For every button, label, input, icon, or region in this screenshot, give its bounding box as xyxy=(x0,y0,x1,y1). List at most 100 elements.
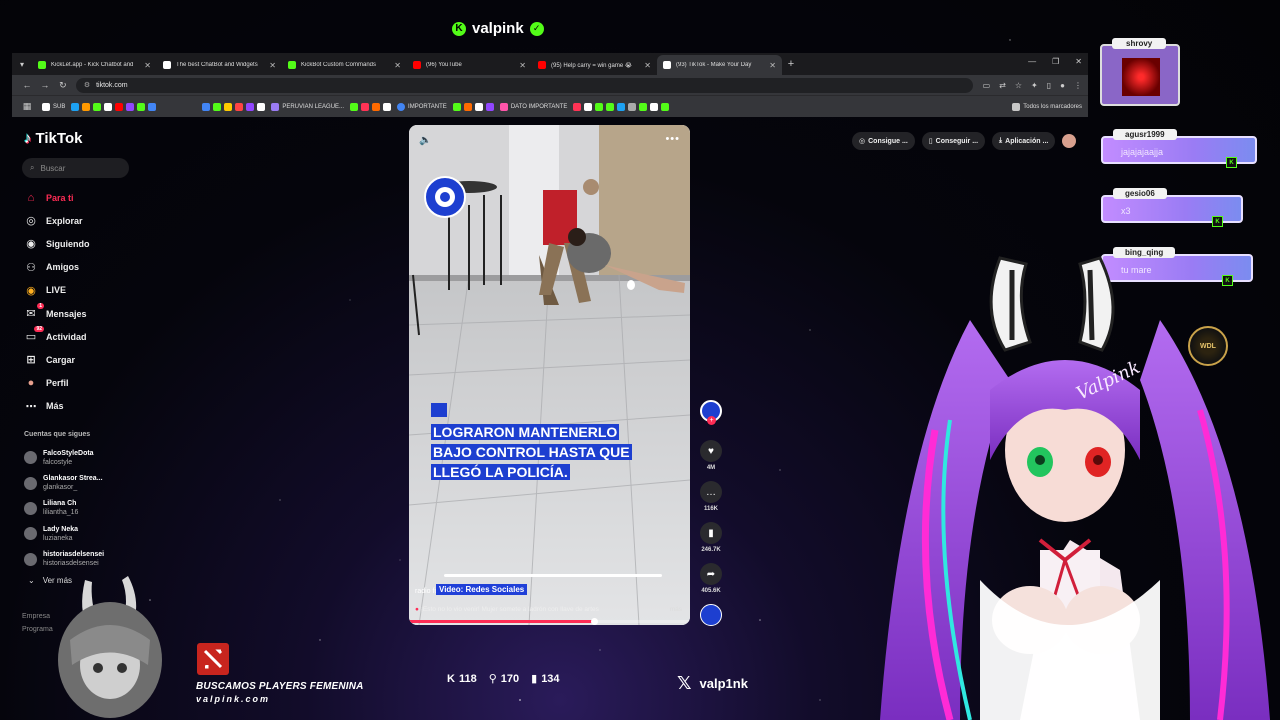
tab-title: (95) Help carry = win game 😭 xyxy=(551,62,632,69)
install-icon[interactable]: ▭ xyxy=(983,81,991,90)
new-tab-button[interactable]: + xyxy=(782,58,800,70)
tab-title: KickBot Custom Commands xyxy=(301,62,377,68)
mute-icon[interactable]: 🔈 xyxy=(419,135,431,146)
get-coins-button[interactable]: ◎ Consigue ... xyxy=(852,132,915,150)
chat-username: agusr1999 xyxy=(1113,129,1177,140)
nav-item-upload[interactable]: ⊞ Cargar xyxy=(24,348,90,371)
bookmark-icons-group-5[interactable] xyxy=(573,102,670,111)
site-info-icon[interactable]: ⚙ xyxy=(84,81,90,89)
video-player[interactable]: 🔈 ••• LOGRARON MANTENERLO BAJO CONTROL H… xyxy=(409,125,690,625)
nav-item-messages[interactable]: ✉ 1 Mensajes xyxy=(24,302,90,325)
bookmark-icon xyxy=(452,102,461,111)
bookmark-sub[interactable]: SUB xyxy=(42,102,65,111)
follow-plus-icon[interactable]: + xyxy=(707,416,716,425)
star-icon[interactable]: ☆ xyxy=(1015,81,1022,90)
following-account[interactable]: FalcoStyleDota falcostyle xyxy=(24,445,104,470)
apps-icon[interactable]: ▦ xyxy=(18,101,36,112)
bookmark-importante[interactable]: IMPORTANTE xyxy=(397,102,447,111)
nav-item-following[interactable]: ◉ Siguiendo xyxy=(24,232,89,255)
pill-label: Conseguir ... xyxy=(935,137,979,145)
description-dot-icon: ● xyxy=(415,606,419,613)
nav-item-live[interactable]: ◉ LIVE xyxy=(24,279,90,302)
following-title: Cuentas que sigues xyxy=(24,431,91,438)
menu-icon[interactable]: ⋮ xyxy=(1074,81,1082,90)
nav-item-activity[interactable]: ▭ 92 Actividad xyxy=(24,325,90,348)
bookmark-icon xyxy=(213,102,222,111)
user-avatar[interactable] xyxy=(1062,134,1077,148)
tab-close-icon[interactable]: ✕ xyxy=(519,61,526,70)
heart-icon[interactable]: ♥ xyxy=(700,440,722,462)
nav-label: Actividad xyxy=(46,331,87,342)
live-icon: ◉ xyxy=(26,284,36,297)
desktop-app-button[interactable]: ⤓ Aplicación ... xyxy=(992,132,1056,150)
url-field[interactable]: ⚙ tiktok.com xyxy=(75,77,973,93)
tab-search-icon[interactable]: ▾ xyxy=(12,53,32,75)
bookmark-icon xyxy=(350,102,359,111)
bookmark-icon xyxy=(628,102,637,111)
bookmark-icons-group-2[interactable] xyxy=(202,102,266,111)
browser-tab[interactable]: (95) Help carry = win game 😭 ✕ xyxy=(532,55,657,75)
bookmark-label: PERUVIAN LEAGUE... xyxy=(282,103,345,110)
tab-close-icon[interactable]: ✕ xyxy=(769,61,776,70)
nav-item-compass[interactable]: ◎ Explorar xyxy=(24,209,90,232)
following-account[interactable]: Lady Neka luzianeka xyxy=(24,521,104,546)
browser-tab[interactable]: The best ChatBot and Widgets ✕ xyxy=(157,55,282,75)
description-more-link[interactable]: más xyxy=(670,606,682,613)
nav-item-friends[interactable]: ⚇ Amigos xyxy=(24,256,90,279)
chat-username: gesio06 xyxy=(1113,188,1167,199)
browser-tab[interactable]: KickBot Custom Commands ✕ xyxy=(282,55,407,75)
nav-label: Para ti xyxy=(46,192,74,203)
avatar xyxy=(24,451,37,465)
bookmark-icon xyxy=(271,102,280,111)
bookmark-icons-group-3[interactable] xyxy=(350,102,392,111)
nav-item-home[interactable]: ⌂ Para ti xyxy=(24,186,90,209)
tab-close-icon[interactable]: ✕ xyxy=(644,61,651,70)
search-input[interactable]: ⌕ Buscar xyxy=(22,158,129,178)
following-account[interactable]: Glankasor Strea... glankasor_ xyxy=(24,470,104,495)
vtuber-avatar: Valpink xyxy=(880,256,1270,720)
browser-tab[interactable]: (96) YouTube ✕ xyxy=(407,55,532,75)
close-window-icon[interactable]: ✕ xyxy=(1075,57,1082,66)
bookmark-label: DATO IMPORTANTE xyxy=(510,103,568,110)
comment-icon[interactable]: … xyxy=(700,481,722,503)
profile-icon[interactable]: ● xyxy=(1060,81,1065,90)
description-text: ¡Esto no lo vio venir! Mujer somete a la… xyxy=(420,606,599,613)
bookmark-peruvian-league[interactable]: PERUVIAN LEAGUE... xyxy=(271,102,345,111)
tab-favicon-icon xyxy=(288,61,296,69)
nav-item-profile[interactable]: ● Perfil xyxy=(24,372,90,395)
translate-icon[interactable]: ⇄ xyxy=(999,81,1006,90)
bookmark-icons-group-4[interactable] xyxy=(452,102,494,111)
extensions-icon[interactable]: ✦ xyxy=(1031,81,1038,90)
nav-label: LIVE xyxy=(46,285,67,296)
tab-close-icon[interactable]: ✕ xyxy=(144,61,151,70)
forward-icon[interactable]: → xyxy=(36,80,54,90)
bookmark-icon xyxy=(372,102,381,111)
maximize-icon[interactable]: ❐ xyxy=(1052,57,1059,66)
tab-close-icon[interactable]: ✕ xyxy=(269,61,276,70)
action-count: 405.6K xyxy=(701,588,721,594)
video-progress-bar[interactable] xyxy=(409,618,690,625)
minimize-icon[interactable]: — xyxy=(1028,57,1036,66)
avatar xyxy=(24,501,37,515)
bookmark-dato-importante[interactable]: DATO IMPORTANTE xyxy=(499,102,568,111)
compass-icon: ◎ xyxy=(26,215,36,228)
nav-item-more[interactable]: ⋯ Más xyxy=(24,395,90,418)
bookmark-icons-group[interactable] xyxy=(71,102,157,111)
browser-tab[interactable]: KickLet.app - Kick Chatbot and ✕ xyxy=(32,55,157,75)
sidepanel-icon[interactable]: ▯ xyxy=(1047,81,1051,90)
following-account[interactable]: Liliana Ch liliantha_16 xyxy=(24,496,104,521)
share-icon[interactable]: ➦ xyxy=(700,563,722,585)
nav-label: Más xyxy=(46,401,64,412)
following-account[interactable]: historiasdelsensei historiasdelsensei xyxy=(24,547,104,572)
sound-disc-icon[interactable] xyxy=(700,604,722,626)
all-bookmarks[interactable]: Todos los marcadores xyxy=(1012,102,1082,111)
tiktok-logo[interactable]: ♪ TikTok xyxy=(24,130,82,147)
get-app-button[interactable]: ▯ Conseguir ... xyxy=(921,132,986,150)
creator-avatar[interactable]: + xyxy=(700,400,722,425)
video-more-icon[interactable]: ••• xyxy=(665,133,680,145)
browser-tab[interactable]: (93) TikTok - Make Your Day ✕ xyxy=(657,55,782,75)
back-icon[interactable]: ← xyxy=(18,80,36,90)
bookmark-icon[interactable]: ▮ xyxy=(700,522,722,544)
tab-close-icon[interactable]: ✕ xyxy=(394,61,401,70)
reload-icon[interactable]: ↻ xyxy=(54,80,72,91)
